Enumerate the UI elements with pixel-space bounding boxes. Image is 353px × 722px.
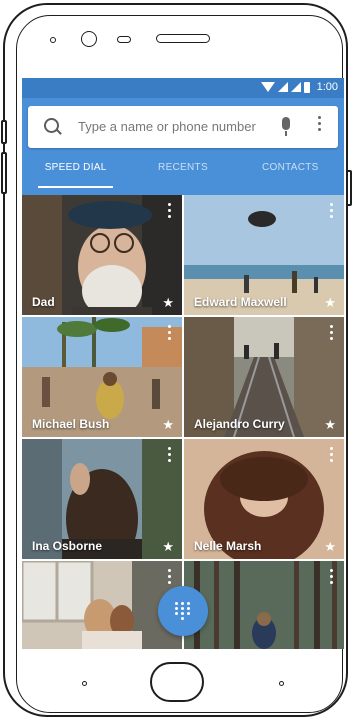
signal-icon-2	[290, 82, 301, 92]
speed-dial-grid: Dad ★ Edward Maxwell ★ Michael Bush ★ Al…	[22, 195, 344, 649]
tile-more-vert-icon[interactable]	[166, 569, 172, 584]
contact-name: Edward Maxwell	[194, 295, 287, 309]
more-vert-icon[interactable]	[314, 116, 324, 138]
recents-key-dot	[279, 681, 284, 686]
status-icons: 1:00	[260, 81, 338, 93]
contact-tile[interactable]: Nelle Marsh ★	[184, 439, 344, 559]
star-icon: ★	[162, 295, 174, 310]
contact-name: Alejandro Curry	[194, 417, 285, 431]
status-bar: 1:00	[22, 78, 344, 98]
tile-more-vert-icon[interactable]	[328, 203, 334, 218]
dialpad-button[interactable]	[158, 586, 208, 636]
contact-tile[interactable]: Ina Osborne ★	[22, 439, 182, 559]
star-icon: ★	[324, 295, 336, 310]
search-input[interactable]	[78, 119, 263, 134]
dialer-screen: 1:00 SPEED DIAL RECENTS CONTACTS	[22, 78, 344, 649]
tile-more-vert-icon[interactable]	[166, 203, 172, 218]
search-bar[interactable]	[28, 106, 338, 148]
tile-more-vert-icon[interactable]	[328, 447, 334, 462]
contact-tile[interactable]: Edward Maxwell ★	[184, 195, 344, 315]
dialpad-icon	[175, 602, 191, 620]
tile-more-vert-icon[interactable]	[166, 447, 172, 462]
contact-tile[interactable]: Dad ★	[22, 195, 182, 315]
tab-bar: SPEED DIAL RECENTS CONTACTS	[22, 162, 344, 188]
power-button	[346, 170, 352, 206]
volume-up-button	[1, 120, 7, 144]
status-time: 1:00	[316, 81, 338, 93]
contact-tile[interactable]: Michael Bush ★	[22, 317, 182, 437]
star-icon: ★	[162, 417, 174, 432]
tab-recents[interactable]: RECENTS	[129, 162, 236, 188]
signal-icon	[277, 82, 288, 92]
star-icon: ★	[324, 539, 336, 554]
contact-photo	[184, 561, 344, 649]
home-button[interactable]	[150, 662, 204, 702]
search-icon[interactable]	[44, 118, 59, 133]
tile-more-vert-icon[interactable]	[328, 325, 334, 340]
wifi-icon	[260, 82, 275, 92]
tab-speed-dial[interactable]: SPEED DIAL	[22, 162, 129, 188]
sensor-dot	[50, 37, 56, 43]
star-icon: ★	[162, 539, 174, 554]
mic-icon[interactable]	[282, 117, 290, 136]
front-camera	[81, 31, 97, 47]
tile-more-vert-icon[interactable]	[328, 569, 334, 584]
back-key-dot	[82, 681, 87, 686]
tab-contacts[interactable]: CONTACTS	[237, 162, 344, 188]
proximity-sensor	[117, 36, 131, 43]
earpiece-speaker	[156, 34, 210, 43]
battery-icon	[303, 81, 310, 93]
volume-down-button	[1, 152, 7, 194]
tile-more-vert-icon[interactable]	[166, 325, 172, 340]
contact-tile[interactable]: Alejandro Curry ★	[184, 317, 344, 437]
contact-name: Dad	[32, 295, 55, 309]
star-icon: ★	[324, 417, 336, 432]
contact-name: Ina Osborne	[32, 539, 103, 553]
contact-name: Nelle Marsh	[194, 539, 262, 553]
contact-tile[interactable]	[184, 561, 344, 649]
contact-name: Michael Bush	[32, 417, 110, 431]
